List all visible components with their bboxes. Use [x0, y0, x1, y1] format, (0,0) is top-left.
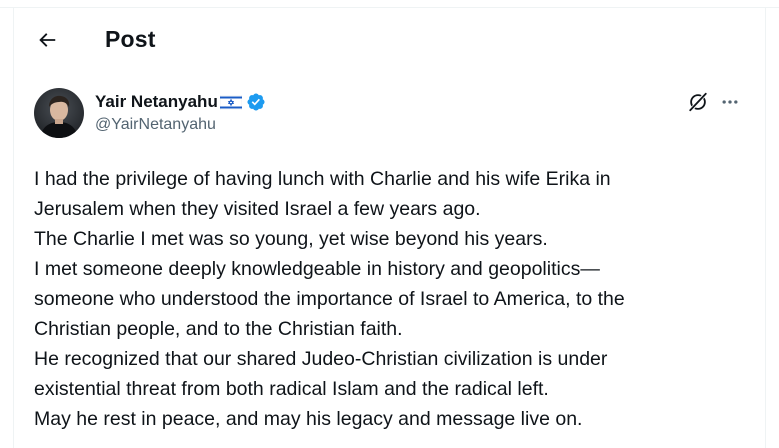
post-text-line: I met someone deeply knowledgeable in hi…: [34, 258, 600, 280]
post-text-line: existential threat from both radical Isl…: [34, 378, 549, 400]
post-text-line: someone who understood the importance of…: [34, 288, 625, 310]
grok-button[interactable]: [686, 90, 710, 114]
grok-icon: [689, 92, 707, 112]
avatar-image: [34, 88, 84, 138]
post-text-line: He recognized that our shared Judeo-Chri…: [34, 348, 608, 370]
author-handle[interactable]: @YairNetanyahu: [95, 116, 216, 134]
author-name-row: Yair Netanyahu: [95, 91, 266, 113]
more-horizontal-icon: [722, 100, 738, 104]
verified-badge-icon[interactable]: [246, 92, 266, 112]
avatar[interactable]: [34, 88, 84, 138]
post-text-line: The Charlie I met was so young, yet wise…: [34, 228, 548, 250]
page-title: Post: [105, 26, 156, 52]
post-panel: Post Yair Netanyahu @YairNetanyahu I had…: [13, 8, 766, 448]
back-button[interactable]: [32, 25, 62, 55]
more-options-button[interactable]: [717, 90, 743, 114]
post-text-line: May he rest in peace, and may his legacy…: [34, 408, 583, 430]
arrow-left-icon: [39, 33, 56, 47]
post-text-line: I had the privilege of having lunch with…: [34, 168, 611, 190]
page-header: Post: [14, 8, 765, 74]
post-text-line: Jerusalem when they visited Israel a few…: [34, 198, 481, 220]
post-text-line: Christian people, and to the Christian f…: [34, 318, 403, 340]
israel-flag-icon: [219, 94, 243, 110]
post-text: I had the privilege of having lunch with…: [34, 164, 754, 434]
author-display-name[interactable]: Yair Netanyahu: [95, 92, 218, 112]
